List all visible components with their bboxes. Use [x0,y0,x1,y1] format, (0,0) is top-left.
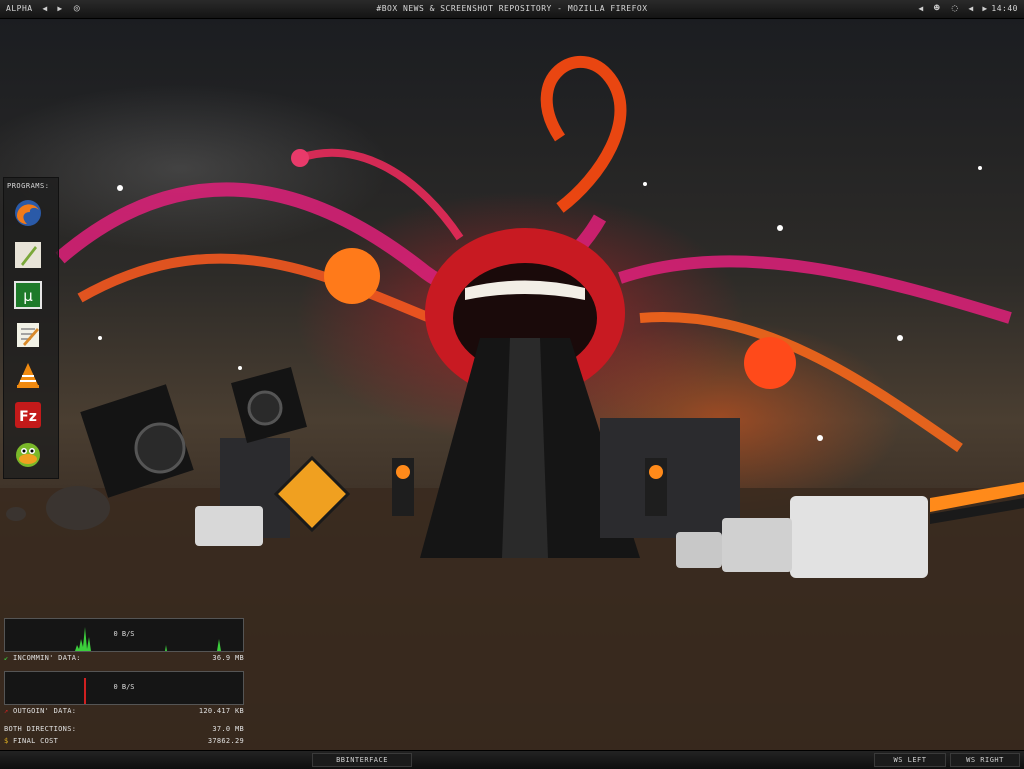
window-title: #BOX NEWS & SCREENSHOT REPOSITORY - MOZI… [376,4,648,13]
both-label: BOTH DIRECTIONS: [4,725,77,733]
top-toolbar: ALPHA ◀ ▶ ◎ #BOX NEWS & SCREENSHOT REPOS… [0,0,1024,19]
svg-text:Fz: Fz [19,409,37,425]
svg-text:µ: µ [23,287,33,305]
cost-label: FINAL COST [13,737,59,745]
user-icon[interactable]: ☻ [930,2,944,16]
vlc-icon[interactable] [12,359,44,391]
programs-dock: PROGRAMS: µ Fz [3,177,59,479]
utorrent-icon[interactable]: µ [12,279,44,311]
outgoing-graph: 0 B/S [4,671,244,705]
both-total: 37.0 MB [212,725,244,733]
outgoing-total: 120.417 KB [198,707,244,715]
duck-icon[interactable] [12,439,44,471]
cost-value: 37862.29 [207,737,244,745]
outgoing-label: OUTGOIN' DATA: [13,707,77,715]
incoming-total: 36.9 MB [212,654,244,662]
incoming-graph: 0 B/S [4,618,244,652]
outgoing-rate: 0 B/S [113,683,135,691]
clock: 14:40 [991,4,1018,13]
ws-left-button[interactable]: WS LEFT [874,753,946,767]
notepad-icon[interactable] [12,319,44,351]
window-prev-icon[interactable]: ◀ [916,3,926,15]
window-next-icon[interactable]: ▶ [980,3,990,15]
quill-icon[interactable] [12,239,44,271]
firefox-icon[interactable] [12,197,44,229]
network-icon[interactable]: ◌ [948,2,962,16]
dock-label: PROGRAMS: [7,182,50,190]
outgoing-arrow-icon: ↗ [4,707,9,715]
bottom-toolbar: BBINTERFACE WS LEFT WS RIGHT [0,750,1024,769]
bbinterface-button[interactable]: BBINTERFACE [312,753,412,767]
window-prev-2-icon[interactable]: ◀ [966,3,976,15]
incoming-label: INCOMMIN' DATA: [13,654,81,662]
ws-right-button[interactable]: WS RIGHT [950,753,1020,767]
incoming-rate: 0 B/S [113,630,135,638]
coin-icon: $ [4,737,9,745]
incoming-arrow-icon: ↙ [4,654,9,662]
filezilla-icon[interactable]: Fz [12,399,44,431]
